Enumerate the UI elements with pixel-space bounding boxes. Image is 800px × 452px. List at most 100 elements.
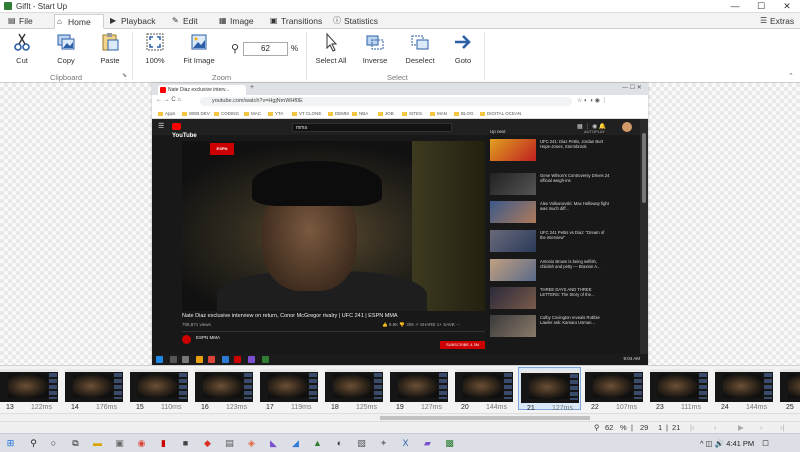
paste-image-icon: [100, 32, 120, 52]
vscode-icon: [222, 356, 229, 363]
app-icon[interactable]: ✦: [378, 438, 389, 449]
app-icon[interactable]: ▰: [422, 438, 433, 449]
frame-preview[interactable]: Nate Diaz exclusive interv... + — ☐ ✕ ← …: [152, 83, 648, 365]
windows-start-icon[interactable]: ⊞: [5, 438, 16, 449]
frame-image: [715, 369, 773, 402]
tab-playback[interactable]: ▶ Playback: [108, 14, 156, 29]
previous-frame-icon[interactable]: ‹: [714, 422, 717, 433]
frame-image: [325, 369, 383, 402]
frame-thumbnail[interactable]: 21 127ms: [518, 367, 581, 412]
copy-image-icon: [56, 32, 76, 52]
extras-icon: ☰: [760, 16, 768, 25]
status-zoom: 62: [605, 423, 614, 432]
system-tray: ^ ◫ 🔊 4:41 PM ☐: [700, 436, 769, 451]
cortana-icon[interactable]: ○: [48, 438, 59, 449]
frame-thumbnail[interactable]: 18 125ms: [323, 367, 386, 411]
frame-strip-scrollbar[interactable]: [0, 413, 800, 421]
fit-image-button[interactable]: Fit Image: [181, 32, 217, 65]
tab-home[interactable]: ⌂ Home: [54, 14, 104, 29]
tab-file[interactable]: ▤ File: [6, 14, 33, 29]
gifit-taskbar-icon[interactable]: ▩: [444, 438, 455, 449]
frame-thumbnail[interactable]: 16 123ms: [193, 367, 256, 411]
extras-button[interactable]: ☰ Extras: [758, 14, 794, 29]
tab-edit[interactable]: ✎ Edit: [170, 14, 198, 29]
app-icon[interactable]: ▤: [224, 438, 235, 449]
frame-number: 24: [721, 404, 729, 411]
collapse-ribbon-icon[interactable]: ⌃: [788, 72, 794, 80]
tab-statistics[interactable]: ⓘ Statistics: [331, 14, 378, 29]
frame-delay: 176ms: [96, 404, 118, 411]
frame-delay: 122ms: [31, 404, 53, 411]
cut-button[interactable]: Cut: [8, 32, 36, 65]
status-current-frame: 21: [672, 423, 681, 432]
frame-thumbnail[interactable]: 22 107ms: [583, 367, 646, 411]
menu-icon: ☰: [158, 123, 165, 130]
frame-thumbnail[interactable]: 24 144ms: [713, 367, 776, 411]
file-explorer-icon[interactable]: ▬: [92, 438, 103, 449]
paste-button[interactable]: Paste: [96, 32, 124, 65]
frame-thumbnail[interactable]: 25: [778, 367, 800, 411]
ribbon-tabs: ▤ File ⌂ Home ▶ Playback ✎ Edit ▦ Image ▣ Tran…: [0, 13, 800, 29]
search-icon: [170, 356, 177, 363]
netflix-icon[interactable]: ▮: [158, 438, 169, 449]
frame-thumbnail[interactable]: 15 110ms: [128, 367, 191, 411]
browser-nav-icons: ← → C ⌂: [156, 97, 181, 103]
app-icon[interactable]: ◆: [202, 438, 213, 449]
notification-icon[interactable]: ☐: [762, 439, 769, 448]
visual-studio-icon[interactable]: ◣: [268, 438, 279, 449]
deselect-button[interactable]: Deselect: [403, 32, 437, 65]
app-icon[interactable]: ▲: [312, 438, 323, 449]
zoom-100-button[interactable]: 100%: [140, 32, 170, 65]
arrow-right-icon: [453, 32, 473, 52]
select-all-button[interactable]: Select All: [314, 32, 348, 65]
tab-image[interactable]: ▦ Image: [217, 14, 254, 29]
browser-extension-icons: ☆ ◐ ◑ ◉ ⋮: [577, 98, 608, 104]
app-icon[interactable]: X: [400, 438, 411, 449]
app-icon[interactable]: ▧: [356, 438, 367, 449]
copy-button[interactable]: Copy: [52, 32, 80, 65]
dialog-launcher-icon[interactable]: ⬊: [122, 72, 127, 79]
magnifier-icon: ⚲: [231, 43, 240, 55]
frame-image: [195, 369, 253, 402]
frame-thumbnail[interactable]: 20 144ms: [453, 367, 516, 411]
list-item: Gene Wilson's Controversy Drives 24 offi…: [490, 173, 610, 196]
maximize-button[interactable]: ☐: [748, 0, 774, 13]
window-title: GifIt - Start Up: [16, 1, 68, 11]
frame-number: 17: [266, 404, 274, 411]
frame-thumbnail[interactable]: 13 122ms: [0, 367, 61, 411]
inverse-button[interactable]: Inverse: [360, 32, 390, 65]
frame-thumbnail[interactable]: 19 127ms: [388, 367, 451, 411]
minimize-button[interactable]: —: [722, 0, 748, 13]
zoom-input[interactable]: 62: [243, 42, 288, 56]
goto-button[interactable]: Goto: [450, 32, 476, 65]
task-view-icon[interactable]: ⧉: [70, 438, 81, 449]
chrome-icon[interactable]: ◉: [136, 438, 147, 449]
frame-image: [455, 369, 513, 402]
git-icon[interactable]: ◈: [246, 438, 257, 449]
app-icon[interactable]: ■: [180, 438, 191, 449]
app-icon[interactable]: ◐: [334, 438, 345, 449]
store-icon[interactable]: ▣: [114, 438, 125, 449]
scrollbar-thumb[interactable]: [380, 416, 590, 420]
pencil-icon: ✎: [172, 16, 179, 25]
frame-image: [521, 370, 579, 403]
next-frame-icon[interactable]: ›: [760, 422, 763, 433]
search-icon[interactable]: ⚲: [28, 438, 39, 449]
frame-image: [130, 369, 188, 402]
frame-thumbnail[interactable]: 17 119ms: [258, 367, 321, 411]
play-icon[interactable]: ▶: [738, 422, 744, 433]
first-frame-icon[interactable]: |‹: [690, 422, 694, 433]
youtube-header: ☰ YouTube mma ▦ ⋮ ◉ 🔔: [152, 119, 648, 139]
list-item: UFC 241 Pettis vs Diaz: "Dream of the in…: [490, 230, 610, 253]
magnifier-icon: ⚲: [594, 423, 600, 432]
vscode-icon[interactable]: ◢: [290, 438, 301, 449]
tab-transitions[interactable]: ▣ Transitions: [268, 14, 322, 29]
bookmark: NBA: [352, 108, 368, 118]
status-bar: ⚲ 62 % | 29 1 | 21 |‹ ‹ ▶ › ›|: [0, 421, 800, 433]
frame-thumbnail[interactable]: 14 176ms: [63, 367, 126, 411]
frame-delay: 144ms: [486, 404, 508, 411]
frame-thumbnail[interactable]: 23 111ms: [648, 367, 711, 411]
last-frame-icon[interactable]: ›|: [780, 422, 784, 433]
close-button[interactable]: ✕: [774, 0, 800, 13]
up-next-label: Up next: [490, 129, 506, 134]
